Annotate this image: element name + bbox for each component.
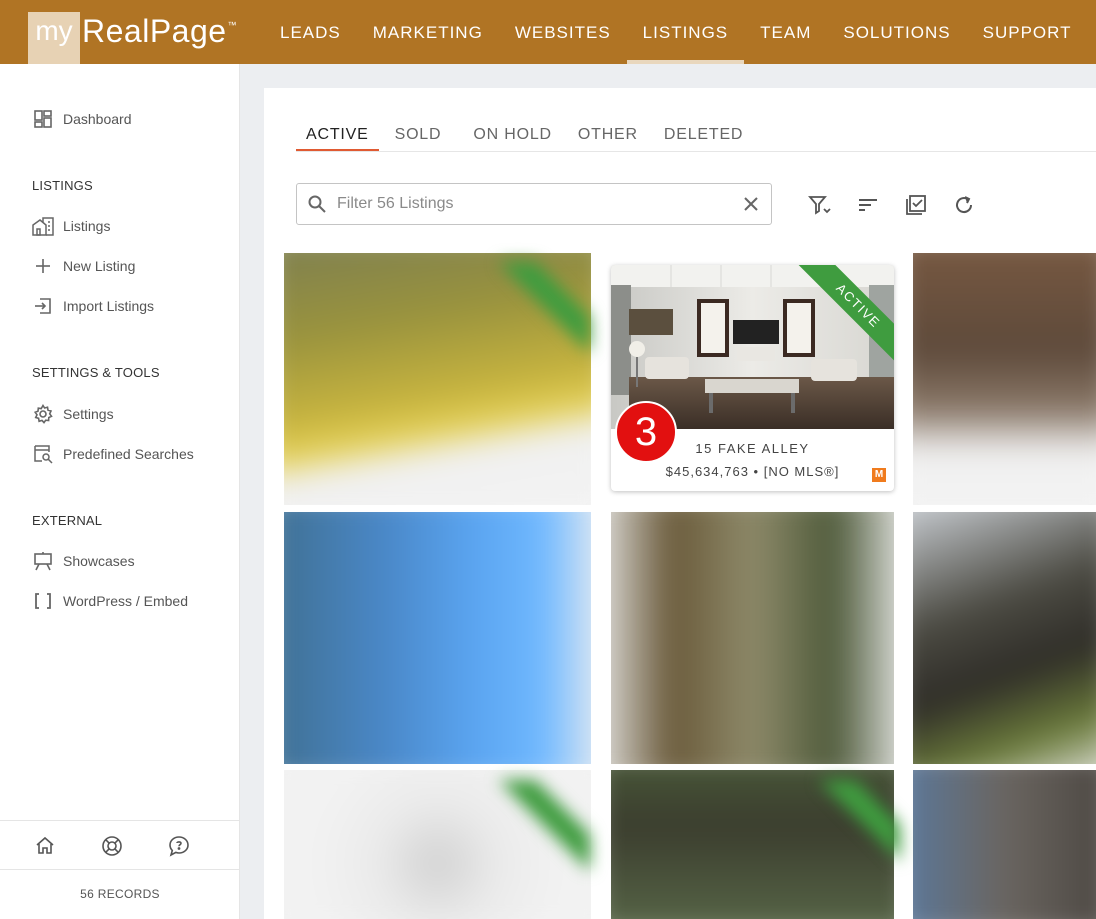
tab-on-hold[interactable]: ON HOLD: [463, 118, 562, 152]
sidebar-item-label: Listings: [63, 218, 111, 234]
section-heading-listings: LISTINGS: [32, 178, 93, 193]
listing-card[interactable]: ACTIVE 3 15 FAKE ALLEY $45,634,763 • [NO…: [611, 265, 894, 491]
nav-leads[interactable]: LEADS: [264, 0, 357, 64]
sidebar-item-predefined-searches[interactable]: Predefined Searches: [32, 442, 194, 466]
plus-icon: [32, 255, 54, 277]
sidebar-item-wordpress-embed[interactable]: WordPress / Embed: [32, 589, 188, 613]
select-all-icon[interactable]: [904, 193, 928, 217]
brackets-icon: [32, 590, 54, 612]
sidebar-item-import-listings[interactable]: Import Listings: [32, 294, 154, 318]
tab-deleted[interactable]: DELETED: [654, 118, 753, 152]
search-icon: [307, 194, 327, 214]
search-list-icon: [32, 443, 54, 465]
main-nav: LEADS MARKETING WEBSITES LISTINGS TEAM S…: [264, 0, 1088, 64]
tab-sold[interactable]: SOLD: [385, 118, 452, 152]
status-tabs: ACTIVE SOLD ON HOLD OTHER DELETED: [296, 118, 759, 152]
buildings-icon: [32, 215, 54, 237]
filter-icon[interactable]: [808, 193, 832, 217]
section-heading-external: EXTERNAL: [32, 513, 103, 528]
listing-card-blurred[interactable]: [284, 512, 591, 764]
blurred-ribbon: [470, 262, 590, 352]
refresh-icon[interactable]: [952, 193, 976, 217]
search-box: [296, 183, 772, 225]
sidebar-item-new-listing[interactable]: New Listing: [32, 254, 135, 278]
sidebar-item-label: New Listing: [63, 258, 136, 274]
sidebar-item-label: Settings: [63, 406, 114, 422]
sidebar-item-listings[interactable]: Listings: [32, 214, 110, 238]
blurred-ribbon: [790, 780, 900, 880]
nav-listings[interactable]: LISTINGS: [626, 0, 745, 64]
sidebar-item-label: WordPress / Embed: [63, 593, 189, 609]
mls-source-icon: M: [872, 468, 886, 482]
gear-icon: [32, 403, 54, 425]
records-count: 56 RECORDS: [80, 887, 160, 901]
import-icon: [32, 295, 54, 317]
listing-card-blurred[interactable]: [913, 770, 1096, 919]
listing-card-blurred[interactable]: [611, 512, 894, 764]
tab-divider: [296, 151, 1096, 152]
easel-icon: [32, 550, 54, 572]
search-input[interactable]: [337, 195, 717, 213]
sidebar: Dashboard LISTINGS Listings New Listing …: [0, 64, 240, 919]
nav-team[interactable]: TEAM: [744, 0, 827, 64]
home-icon[interactable]: [34, 835, 56, 857]
listing-card-blurred[interactable]: [913, 253, 1096, 505]
sidebar-item-label: Import Listings: [63, 298, 155, 314]
feedback-icon[interactable]: [168, 835, 190, 857]
section-heading-settings-tools: SETTINGS & TOOLS: [32, 365, 160, 380]
listing-address: 15 FAKE ALLEY: [695, 441, 810, 456]
sidebar-item-settings[interactable]: Settings: [32, 402, 114, 426]
sidebar-item-label: Dashboard: [63, 111, 132, 127]
listing-price: $45,634,763 • [NO MLS®]: [665, 464, 840, 479]
dashboard-icon: [32, 108, 54, 130]
tab-active[interactable]: ACTIVE: [296, 118, 379, 152]
nav-solutions[interactable]: SOLUTIONS: [827, 0, 966, 64]
sidebar-item-showcases[interactable]: Showcases: [32, 549, 135, 573]
logo-name: RealPage: [82, 13, 227, 49]
nav-marketing[interactable]: MARKETING: [357, 0, 499, 64]
sidebar-item-label: Showcases: [63, 553, 135, 569]
sort-icon[interactable]: [856, 193, 880, 217]
blurred-ribbon: [470, 780, 590, 880]
tab-other[interactable]: OTHER: [568, 118, 648, 152]
lifebuoy-icon[interactable]: [101, 835, 123, 857]
logo-trademark: ™: [227, 20, 237, 30]
clear-search-icon[interactable]: [741, 194, 761, 214]
logo-my-box: my: [28, 12, 80, 64]
nav-websites[interactable]: WEBSITES: [499, 0, 627, 64]
top-bar: my RealPage ™ LEADS MARKETING WEBSITES L…: [0, 0, 1096, 64]
sidebar-item-label: Predefined Searches: [63, 446, 194, 462]
nav-support[interactable]: SUPPORT: [967, 0, 1088, 64]
listing-card-blurred[interactable]: [913, 512, 1096, 764]
sidebar-footer: 56 RECORDS: [0, 820, 240, 919]
sidebar-item-dashboard[interactable]: Dashboard: [32, 107, 132, 131]
brand-logo[interactable]: my RealPage ™: [28, 12, 237, 64]
footer-icon-row: [0, 821, 240, 870]
